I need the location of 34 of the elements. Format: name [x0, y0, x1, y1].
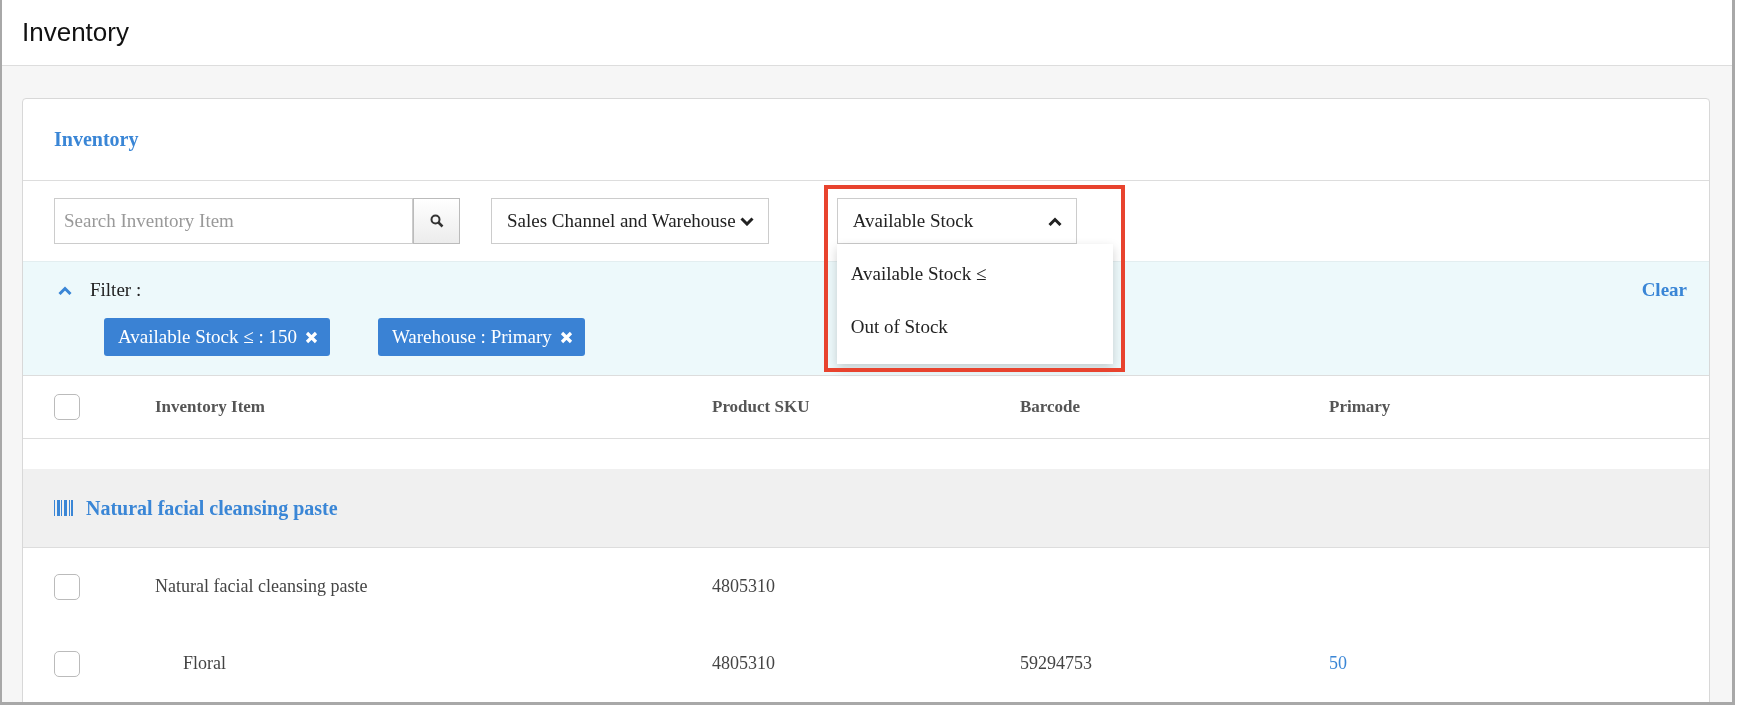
search-button[interactable]	[413, 198, 460, 244]
card-title[interactable]: Inventory	[54, 128, 139, 151]
close-icon	[304, 330, 318, 344]
dropdown[interactable]: Sales Channel and Warehouse	[491, 198, 769, 244]
chevron-up-icon	[58, 285, 72, 295]
page-title: Inventory	[22, 17, 129, 48]
table-cell-text: 59294753	[1020, 653, 1093, 674]
table-cell-text: Natural facial cleansing paste	[155, 576, 369, 597]
clear-link[interactable]: Clear	[1641, 279, 1687, 301]
column-header: Product SKU	[712, 397, 811, 417]
filter-chip[interactable]: Warehouse : Primary	[377, 318, 585, 356]
column-header: Barcode	[1020, 397, 1082, 417]
checkbox[interactable]	[54, 573, 80, 600]
barcode-icon	[54, 500, 74, 516]
column-header: Primary	[1329, 397, 1392, 417]
checkbox[interactable]	[54, 394, 80, 420]
menu-item[interactable]: Out of Stock	[836, 301, 1113, 354]
menu-item[interactable]: Available Stock ≤	[836, 248, 1113, 301]
search-icon	[429, 214, 444, 228]
table-cell-text: 4805310	[712, 653, 776, 674]
column-header: Inventory Item	[155, 397, 266, 417]
close-icon	[559, 330, 573, 344]
filter-label: Filter :	[90, 279, 142, 301]
stock-link[interactable]: 50	[1329, 653, 1709, 674]
chevron-down-icon	[739, 216, 754, 226]
group-title[interactable]: Natural facial cleansing paste	[86, 496, 338, 520]
table-cell-text: Floral	[182, 653, 227, 674]
filter-toggle[interactable]	[58, 285, 72, 295]
dropdown[interactable]: Available Stock	[836, 198, 1077, 244]
search-field[interactable]: Search Inventory Item	[54, 198, 413, 244]
chevron-up-icon	[1047, 216, 1062, 226]
checkbox[interactable]	[54, 650, 80, 677]
table-cell-text: 4805310	[712, 576, 776, 597]
filter-chip[interactable]: Available Stock ≤ : 150	[104, 318, 330, 356]
